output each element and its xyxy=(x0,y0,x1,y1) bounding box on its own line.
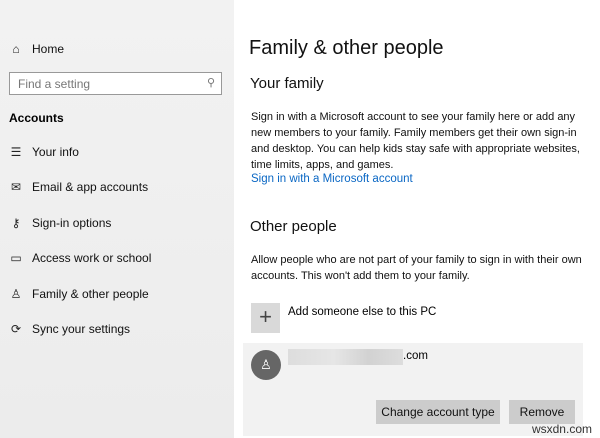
remove-button[interactable]: Remove xyxy=(509,400,575,424)
avatar-icon: ♙ xyxy=(251,350,281,380)
sidebar: ⌂ Home Find a setting ⚲ Accounts ☰ Your inf… xyxy=(0,0,234,438)
mail-icon: ✉ xyxy=(10,180,22,194)
other-people-text: Allow people who are not part of your fa… xyxy=(251,254,582,282)
section-heading: Accounts xyxy=(9,111,64,125)
your-family-text: Sign in with a Microsoft account to see … xyxy=(251,111,580,171)
sync-icon: ⟳ xyxy=(10,322,22,336)
redacted-email xyxy=(288,349,403,365)
person-add-icon: ♙ xyxy=(10,287,22,301)
change-account-type-button[interactable]: Change account type xyxy=(376,400,500,424)
your-family-heading: Your family xyxy=(250,75,324,92)
sidebar-item-email[interactable]: ✉ Email & app accounts xyxy=(8,180,148,194)
sidebar-item-family[interactable]: ♙ Family & other people xyxy=(8,287,149,301)
plus-icon: + xyxy=(259,304,272,329)
other-people-heading: Other people xyxy=(250,218,337,235)
sidebar-item-sync[interactable]: ⟳ Sync your settings xyxy=(8,322,130,336)
nav-home[interactable]: ⌂ Home xyxy=(8,42,64,56)
watermark: wsxdn.com xyxy=(531,422,592,436)
add-person-button[interactable]: + xyxy=(251,303,280,333)
account-email: .com xyxy=(403,350,428,362)
home-icon: ⌂ xyxy=(12,42,20,56)
content: Family & other people Your family Sign i… xyxy=(234,0,600,438)
key-icon: ⚷ xyxy=(11,216,21,230)
page-title: Family & other people xyxy=(249,37,444,59)
search-icon: ⚲ xyxy=(206,77,215,89)
contact-info-icon: ☰ xyxy=(10,145,22,159)
briefcase-icon: ▭ xyxy=(10,251,22,265)
sidebar-item-sign-in[interactable]: ⚷ Sign-in options xyxy=(8,216,112,230)
sidebar-item-your-info[interactable]: ☰ Your info xyxy=(8,145,79,159)
search-input[interactable]: Find a setting ⚲ xyxy=(9,72,222,95)
sign-in-link[interactable]: Sign in with a Microsoft account xyxy=(251,173,413,185)
sidebar-item-work-school[interactable]: ▭ Access work or school xyxy=(8,251,151,265)
add-person-label[interactable]: Add someone else to this PC xyxy=(288,306,436,318)
